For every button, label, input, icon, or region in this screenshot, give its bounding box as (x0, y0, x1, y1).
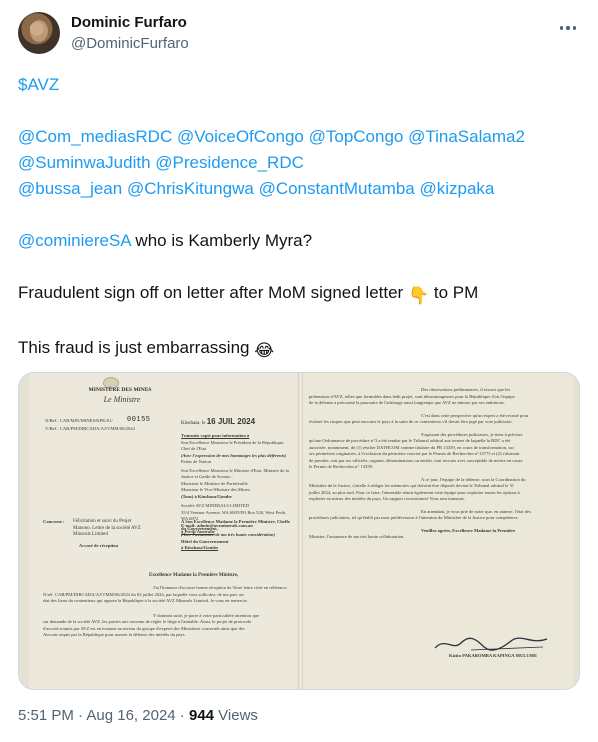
ministry-header: MINISTÈRE DES MINES (88, 387, 152, 393)
laughing-emoji-icon: 😂 (254, 341, 275, 360)
date-stamp: 16 JUIL 2024 (206, 417, 256, 426)
attached-image[interactable]: MINISTÈRE DES MINES Le Ministre N/Réf.: … (18, 372, 580, 690)
meta-separator: · (175, 707, 189, 724)
tweet-time[interactable]: 5:51 PM (18, 707, 74, 724)
body-line: exploiter au mieux des intérêts du pays.… (309, 496, 465, 501)
concerne-text: Félicitation et suivi du Projet Manono. … (73, 519, 141, 537)
addressee-block: A Son Excellence Madame la Première Mini… (181, 519, 293, 552)
views-count: 944 (188, 707, 215, 724)
views-label: Views (214, 707, 258, 724)
body-line: de la défense a préconisé la poursuite d… (309, 400, 505, 405)
cc-item: Son Excellence Monsieur le Ministre d'Et… (181, 467, 289, 480)
tweet-text: $AVZ @Com_mediasRDC @VoiceOfCongo @TopCo… (18, 72, 580, 364)
letter-body-left: J'ai l'honneur d'accuser bonne réception… (43, 585, 293, 639)
tweet-text-span: to PM (429, 283, 479, 302)
pointing-down-emoji-icon: 👇 (407, 286, 430, 305)
cashtag-link[interactable]: $AVZ (18, 75, 59, 94)
accuse-label: Accusé de réception (79, 543, 119, 548)
user-handle[interactable]: @DominicFurfaro (71, 35, 189, 52)
addressee-line: à Kinshasa/Gombe (181, 545, 219, 550)
signatory-name: Kizito PAKABOMBA KAPINGA MULUME (449, 653, 538, 658)
avatar[interactable] (18, 12, 60, 54)
tweet-text-span: This fraud is just embarrassing (18, 338, 255, 357)
tweet-meta: 5:51 PM · Aug 16, 2024 · 944 Views (18, 707, 258, 724)
letter-body-right: Des observations préliminaires, il resso… (309, 387, 565, 541)
mention-link[interactable]: @TopCongo (309, 127, 404, 146)
letter-page-left: MINISTÈRE DES MINES Le Ministre N/Réf.: … (29, 373, 297, 689)
mention-link[interactable]: @SuminwaJudith (18, 153, 151, 172)
mention-link[interactable]: @Presidence_RDC (155, 153, 304, 172)
mention-link[interactable]: @bussa_jean (18, 179, 122, 198)
tweet-date[interactable]: Aug 16, 2024 (86, 707, 175, 724)
minister-title: Le Ministre (103, 395, 141, 404)
ref-line: V/Réf.: CAB/PM/DIRCADA/AJ/VMM/06/2024 (45, 426, 135, 431)
date-line: Kinshasa, le 16 JUIL 2024 (181, 417, 255, 426)
mention-link[interactable]: @kizpaka (419, 179, 494, 198)
letter-number: 00155 (127, 416, 151, 424)
ref-line: N/Réf.: CAB/MIN/MINES/KPK/01/ (45, 418, 113, 423)
mention-link[interactable]: @TinaSalama2 (408, 127, 525, 146)
more-options-icon[interactable] (556, 16, 580, 40)
tweet-header: Dominic Furfaro @DominicFurfaro (18, 10, 580, 62)
body-line: Ministre, l'assurance de ma très haute c… (309, 534, 405, 539)
body-line: Avocats requis par la République pour as… (43, 632, 186, 637)
cc-item: Son Excellence Monsieur le Président de … (181, 439, 285, 452)
cc-item: Palais de Nation (181, 459, 212, 464)
signature-image (434, 637, 548, 651)
display-name[interactable]: Dominic Furfaro (71, 14, 187, 31)
cc-item: (Tous) à Kinshasa/Gombe (181, 493, 232, 499)
mention-link[interactable]: @ConstantMutamba (259, 179, 415, 198)
mention-link[interactable]: @cominiereSA (18, 231, 131, 250)
tweet-text-span: Fraudulent sign off on letter after MoM … (18, 283, 408, 302)
mention-link[interactable]: @VoiceOfCongo (177, 127, 304, 146)
salutation: Excellence Madame la Première Ministre, (149, 573, 239, 578)
addressee-line: A Son Excellence Madame la Première Mini… (181, 519, 290, 531)
meta-separator: · (73, 707, 87, 724)
mention-link[interactable]: @ChrisKitungwa (127, 179, 254, 198)
body-line: évaluer les risques que peut encourir le… (309, 419, 513, 424)
concerne-label: Concerne : (43, 519, 65, 524)
mention-link[interactable]: @Com_mediasRDC (18, 127, 172, 146)
date-place: Kinshasa, le (181, 421, 206, 426)
body-line: le Permis de Recherches n° 13359. (309, 464, 374, 469)
body-line: procédures judiciaires, tel qu'établi pa… (309, 515, 519, 520)
tweet-text-span: who is Kamberly Myra? (130, 231, 313, 250)
body-line: état des lieux du contentieux qui oppose… (43, 598, 248, 603)
